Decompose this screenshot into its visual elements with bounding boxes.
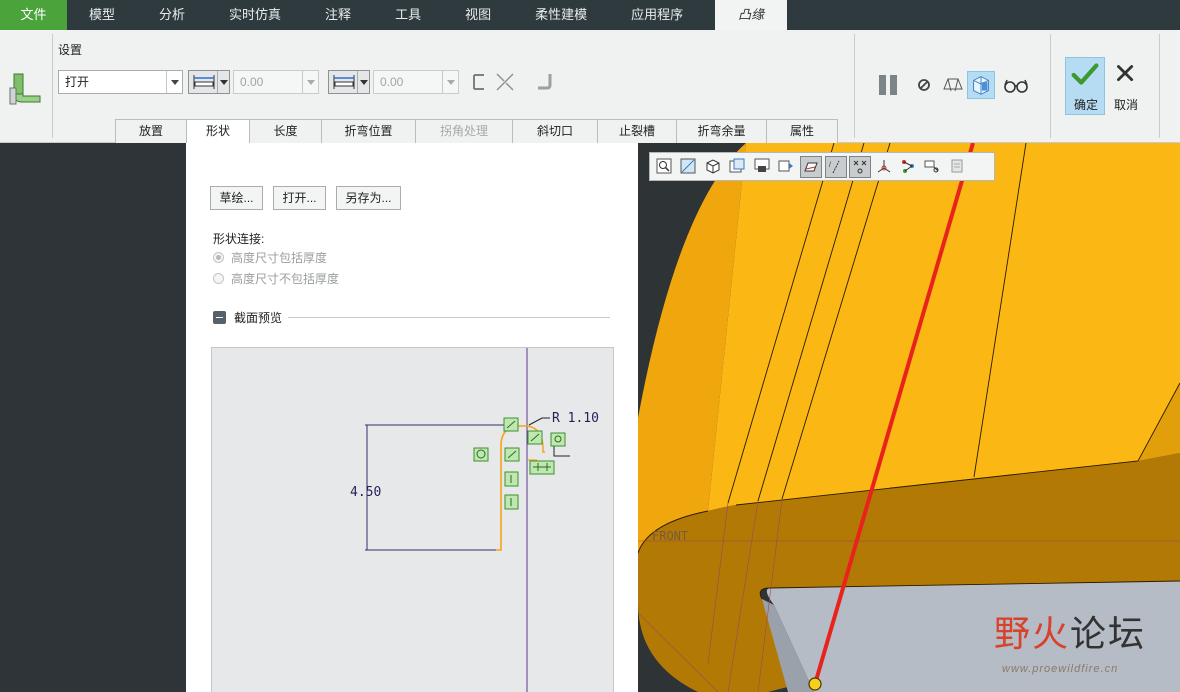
- cancel-label: 取消: [1113, 98, 1138, 112]
- verify-feature-icon: [973, 76, 989, 95]
- flip-profile-icon[interactable]: [470, 71, 492, 93]
- close-icon: [1117, 65, 1134, 82]
- no-preview-icon[interactable]: [910, 71, 938, 99]
- section-preview-label: 截面预览: [234, 311, 283, 325]
- sketch-button[interactable]: 草绘...: [210, 186, 263, 210]
- menu-tab-analysis[interactable]: 分析: [137, 0, 207, 30]
- subtab-bend-position[interactable]: 折弯位置: [321, 119, 416, 143]
- zoom-icon[interactable]: [654, 156, 676, 178]
- confirm-button[interactable]: 确定: [1065, 57, 1105, 115]
- ribbon: 设置 打开 0.00 0.00 放置 形状 长度 折弯位置 拐角处理 斜切口 止…: [0, 30, 1180, 144]
- shape-connection-label: 形状连接:: [213, 232, 265, 246]
- ribbon-separator: [1159, 34, 1160, 138]
- dimension-side-icon: [333, 75, 355, 89]
- settings-label: 设置: [58, 43, 83, 57]
- shape-type-value: 打开: [65, 75, 90, 89]
- dimension-side-icon: [193, 75, 215, 89]
- subtab-properties[interactable]: 属性: [766, 119, 838, 143]
- point-display-icon[interactable]: [849, 155, 872, 178]
- height-dimension: 4.50: [350, 485, 381, 500]
- subtab-corner-treatment[interactable]: 拐角处理: [415, 119, 513, 143]
- menu-tab-file[interactable]: 文件: [0, 0, 67, 30]
- menu-tab-model[interactable]: 模型: [67, 0, 137, 30]
- axis-display-icon[interactable]: /: [824, 155, 847, 178]
- section-divider: [288, 317, 610, 318]
- menu-tab-view[interactable]: 视图: [443, 0, 513, 30]
- svg-text:/: /: [829, 162, 831, 169]
- menu-tab-annotate[interactable]: 注释: [303, 0, 373, 30]
- ribbon-subtabs: 放置 形状 长度 折弯位置 拐角处理 斜切口 止裂槽 折弯余量 属性: [115, 119, 838, 144]
- dim1-value-field[interactable]: 0.00: [233, 70, 319, 94]
- pause-icon[interactable]: [874, 71, 902, 99]
- chevron-down-icon[interactable]: [357, 71, 369, 93]
- shape-panel: 草绘... 打开... 另存为... 形状连接: 高度尺寸包括厚度 高度尺寸不包…: [186, 143, 638, 692]
- dim2-value-field[interactable]: 0.00: [373, 70, 459, 94]
- open-button[interactable]: 打开...: [273, 186, 326, 210]
- subtab-miter-cut[interactable]: 斜切口: [512, 119, 598, 143]
- menu-bar: 文件 模型 分析 实时仿真 注释 工具 视图 柔性建模 应用程序 凸缘: [0, 0, 1180, 30]
- chevron-down-icon: [302, 71, 318, 93]
- flange-feature-icon: [9, 73, 41, 105]
- left-background: [0, 143, 186, 692]
- menu-tab-live-simulation[interactable]: 实时仿真: [207, 0, 303, 30]
- ribbon-separator: [854, 34, 855, 138]
- forum-watermark: 野火论坛 www.proewildfire.cn: [994, 605, 1174, 685]
- watermark-url: www.proewildfire.cn: [1002, 663, 1119, 675]
- bend-edge-icon[interactable]: [534, 71, 556, 93]
- radius-dimension: R 1.10: [552, 411, 599, 426]
- datum-front-label: FRONT: [652, 529, 688, 543]
- section-sketch: 4.50 R 1.10: [350, 348, 599, 692]
- chevron-down-icon[interactable]: [217, 71, 229, 93]
- watermark-text-red: 野火: [994, 614, 1071, 655]
- cancel-button[interactable]: 取消: [1106, 57, 1146, 115]
- radio-include-thickness[interactable]: 高度尺寸包括厚度: [213, 249, 327, 266]
- subtab-placement[interactable]: 放置: [115, 119, 187, 143]
- subtab-relief[interactable]: 止裂槽: [597, 119, 677, 143]
- model-viewport[interactable]: FRONT / 野火论坛 www.proewildfire.cn: [638, 143, 1180, 692]
- verify-mode-button[interactable]: [967, 71, 995, 99]
- radio-indicator[interactable]: [213, 252, 224, 263]
- subtab-bend-allowance[interactable]: 折弯余量: [676, 119, 767, 143]
- ribbon-separator: [1050, 34, 1051, 138]
- chevron-down-icon[interactable]: [166, 71, 182, 93]
- section-preview-canvas: 4.50 R 1.10: [211, 347, 614, 692]
- plane-display-icon[interactable]: [800, 155, 823, 178]
- dim1-side-button[interactable]: [188, 70, 230, 94]
- csys-display-icon[interactable]: [874, 156, 896, 178]
- confirm-label: 确定: [1073, 98, 1098, 112]
- watermark-text-dark: 论坛: [1070, 614, 1147, 655]
- saved-views-icon[interactable]: [727, 156, 749, 178]
- chevron-down-icon: [442, 71, 458, 93]
- refit-icon[interactable]: [678, 156, 700, 178]
- radio-label: 高度尺寸不包括厚度: [231, 272, 340, 286]
- spin-center-icon[interactable]: [898, 156, 920, 178]
- view-cube-icon[interactable]: [703, 156, 725, 178]
- watermark-logo-text: 野火论坛: [994, 605, 1146, 657]
- flip-direction-icon[interactable]: [494, 71, 516, 93]
- dim2-side-button[interactable]: [328, 70, 370, 94]
- subtab-shape[interactable]: 形状: [186, 119, 250, 144]
- dim2-value: 0.00: [380, 75, 404, 89]
- subtab-length[interactable]: 长度: [249, 119, 322, 143]
- radio-label: 高度尺寸包括厚度: [231, 251, 328, 265]
- annotation-display-icon[interactable]: [922, 156, 944, 178]
- menu-tab-tools[interactable]: 工具: [373, 0, 443, 30]
- display-style-icon[interactable]: [752, 156, 774, 178]
- checkmark-icon: [1071, 63, 1099, 85]
- menu-tab-flange[interactable]: 凸缘: [715, 0, 788, 30]
- appearance-icon[interactable]: [947, 156, 969, 178]
- menu-tab-flexible-modeling[interactable]: 柔性建模: [513, 0, 609, 30]
- glasses-icon[interactable]: [1002, 71, 1030, 99]
- radio-indicator[interactable]: [213, 273, 224, 284]
- view-manager-icon[interactable]: [776, 156, 798, 178]
- dim1-value: 0.00: [240, 75, 264, 89]
- menu-tab-applications[interactable]: 应用程序: [609, 0, 705, 30]
- preview-geometry-icon[interactable]: [939, 71, 967, 99]
- collapse-icon[interactable]: [213, 311, 226, 324]
- shape-type-select[interactable]: 打开: [58, 70, 183, 94]
- view-toolbar: /: [649, 152, 995, 181]
- save-as-button[interactable]: 另存为...: [336, 186, 401, 210]
- ribbon-separator: [52, 34, 53, 138]
- radio-exclude-thickness[interactable]: 高度尺寸不包括厚度: [213, 270, 339, 287]
